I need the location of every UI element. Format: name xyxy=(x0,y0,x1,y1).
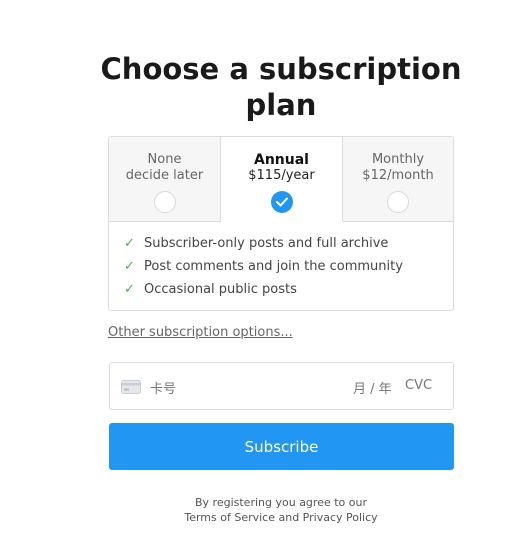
plan-radio-annual[interactable] xyxy=(270,191,293,213)
check-icon: ✓ xyxy=(124,282,135,297)
plan-name: None xyxy=(147,152,182,167)
card-cvc-field[interactable]: CVC xyxy=(405,378,432,393)
plan-selector: None decide later Annual $115/year Month… xyxy=(108,136,454,311)
card-expiry-field[interactable]: 月 / 年 xyxy=(353,378,392,397)
plan-price: decide later xyxy=(125,168,204,183)
card-number-field[interactable]: 卡号 xyxy=(150,378,176,397)
plan-price: $12/month xyxy=(362,168,434,183)
plan-option-monthly[interactable]: Monthly $12/month xyxy=(342,137,453,222)
credit-card-icon xyxy=(121,380,141,394)
other-subscription-options-link[interactable]: Other subscription options... xyxy=(108,325,293,340)
plan-name: Monthly xyxy=(371,152,425,167)
feature-text: Occasional public posts xyxy=(144,282,297,297)
legal-line: By registering you agree to our xyxy=(195,496,367,509)
plan-radio-monthly[interactable] xyxy=(387,191,409,213)
feature-list: ✓ Subscriber-only posts and full archive … xyxy=(124,236,403,305)
feature-text: Subscriber-only posts and full archive xyxy=(144,236,389,251)
checkmark-icon xyxy=(275,197,288,207)
list-item: ✓ Post comments and join the community xyxy=(124,259,403,282)
feature-text: Post comments and join the community xyxy=(144,259,403,274)
check-icon: ✓ xyxy=(124,236,135,251)
list-item: ✓ Occasional public posts xyxy=(124,282,403,305)
legal-notice: By registering you agree to our Terms of… xyxy=(100,495,462,525)
check-icon: ✓ xyxy=(124,259,135,274)
page-title: Choose a subscription plan xyxy=(100,52,462,122)
plan-tabs: None decide later Annual $115/year Month… xyxy=(109,137,453,222)
card-input[interactable]: 卡号 月 / 年 CVC xyxy=(109,362,454,410)
plan-option-annual[interactable]: Annual $115/year xyxy=(221,137,342,222)
plan-option-none[interactable]: None decide later xyxy=(109,137,221,222)
plan-radio-none[interactable] xyxy=(153,191,176,213)
terms-link[interactable]: Terms of Service and Privacy Policy xyxy=(100,510,462,525)
plan-name: Annual xyxy=(254,152,309,168)
plan-price: $115/year xyxy=(248,168,315,183)
list-item: ✓ Subscriber-only posts and full archive xyxy=(124,236,403,259)
subscribe-button[interactable]: Subscribe xyxy=(109,423,454,470)
